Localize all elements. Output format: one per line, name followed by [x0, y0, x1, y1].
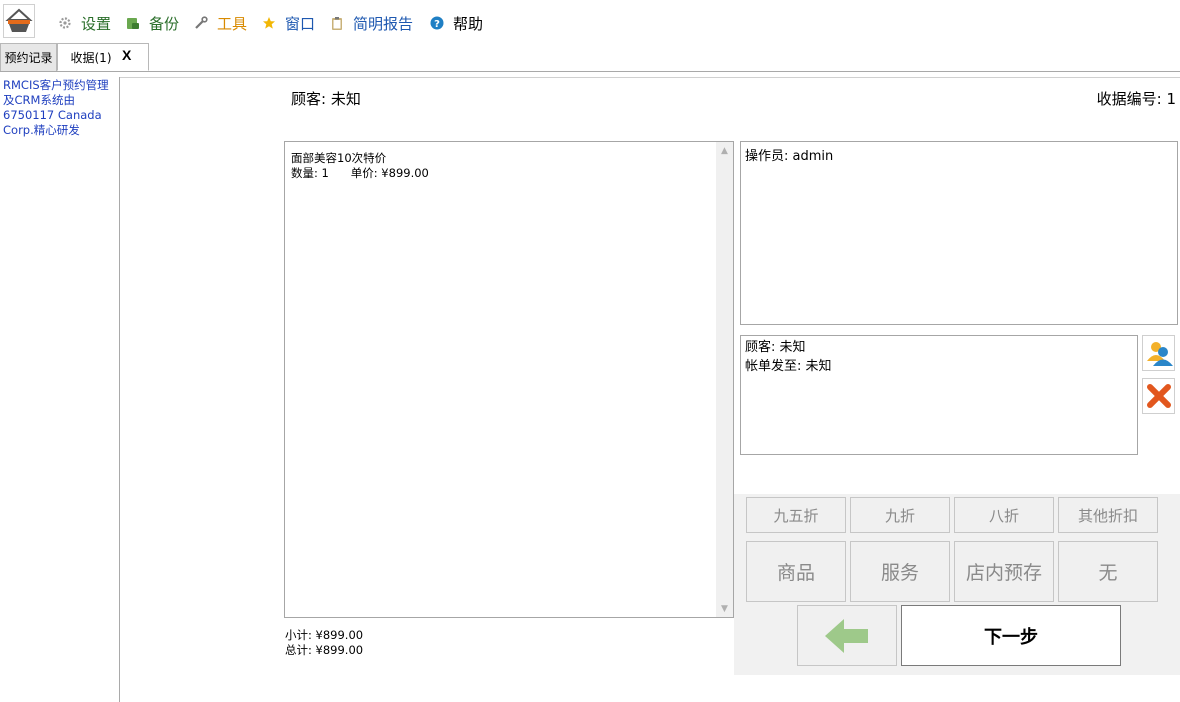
- back-button[interactable]: [797, 605, 897, 666]
- totals: 小计: ¥899.00 总计: ¥899.00: [285, 628, 363, 658]
- star-icon: [261, 15, 277, 31]
- discount-95-button[interactable]: 九五折: [746, 497, 846, 533]
- customer-label: 顾客: 未知: [291, 90, 361, 108]
- total: 总计: ¥899.00: [285, 643, 364, 657]
- category-services-button[interactable]: 服务: [850, 541, 950, 602]
- receipt-number: 收据编号: 1: [1096, 90, 1176, 108]
- back-arrow-icon: [825, 618, 868, 653]
- menu-report[interactable]: 简明报告: [329, 12, 413, 34]
- app-logo[interactable]: [3, 4, 35, 38]
- delete-x-icon: [1146, 384, 1171, 408]
- list-item[interactable]: 面部美容10次特价 数量: 1 单价: ¥899.00: [291, 151, 429, 181]
- receipt-item-list[interactable]: 面部美容10次特价 数量: 1 单价: ¥899.00 ▲ ▼: [284, 141, 734, 618]
- discount-80-button[interactable]: 八折: [954, 497, 1054, 533]
- next-step-button[interactable]: 下一步: [901, 605, 1121, 666]
- menu-help[interactable]: ? 帮助: [429, 12, 483, 34]
- tab-receipt[interactable]: 收据(1): [57, 43, 149, 71]
- customer-panel-customer: 顾客: 未知: [745, 340, 806, 355]
- item-name: 面部美容10次特价: [291, 151, 387, 165]
- operator-text: 操作员: admin: [745, 149, 834, 164]
- customer-panel: 顾客: 未知 帐单发至: 未知: [740, 335, 1138, 455]
- menu-settings[interactable]: 设置: [57, 12, 111, 34]
- menu-window[interactable]: 窗口: [261, 12, 315, 34]
- item-list-scrollbar[interactable]: ▲ ▼: [716, 142, 733, 617]
- menu-backup-label: 备份: [149, 14, 180, 33]
- select-customer-button[interactable]: [1142, 335, 1175, 371]
- menu-settings-label: 设置: [81, 14, 112, 33]
- clipboard-icon: [329, 15, 345, 31]
- menu-tools-label: 工具: [217, 14, 248, 33]
- users-icon: [1146, 342, 1173, 366]
- menu-tools[interactable]: 工具: [193, 12, 247, 34]
- menu-report-label: 简明报告: [353, 14, 414, 33]
- tab-appointment-records-label: 预约记录: [4, 51, 53, 65]
- category-none-button[interactable]: 无: [1058, 541, 1158, 602]
- svg-text:?: ?: [434, 19, 440, 30]
- help-icon: ?: [429, 15, 445, 31]
- category-products-button[interactable]: 商品: [746, 541, 846, 602]
- menu-help-label: 帮助: [453, 14, 484, 33]
- subtotal: 小计: ¥899.00: [285, 628, 364, 642]
- backup-icon: [125, 15, 141, 31]
- sidebar-divider: [119, 77, 120, 702]
- item-detail: 数量: 1 单价: ¥899.00: [291, 166, 429, 180]
- category-store-credit-button[interactable]: 店内预存: [954, 541, 1054, 602]
- discount-other-button[interactable]: 其他折扣: [1058, 497, 1158, 533]
- customer-panel-bill-to: 帐单发至: 未知: [745, 359, 832, 374]
- gear-icon: [57, 15, 73, 31]
- operator-panel: 操作员: admin: [740, 141, 1178, 325]
- discount-90-button[interactable]: 九折: [850, 497, 950, 533]
- scroll-up-icon[interactable]: ▲: [716, 142, 733, 159]
- content-top-border: [120, 77, 1180, 78]
- menu-window-label: 窗口: [285, 14, 316, 33]
- tab-close-button[interactable]: X: [122, 47, 131, 63]
- menu-backup[interactable]: 备份: [125, 12, 179, 34]
- tab-strip-divider: [0, 71, 1180, 72]
- tab-receipt-label: 收据(1): [70, 50, 112, 65]
- sidebar-vendor-link[interactable]: RMCIS客户预约管理及CRM系统由6750117 Canada Corp.精心…: [3, 78, 115, 138]
- wrench-icon: [193, 15, 209, 31]
- tab-appointment-records[interactable]: 预约记录: [0, 43, 57, 71]
- scroll-down-icon[interactable]: ▼: [716, 600, 733, 617]
- clear-customer-button[interactable]: [1142, 378, 1175, 414]
